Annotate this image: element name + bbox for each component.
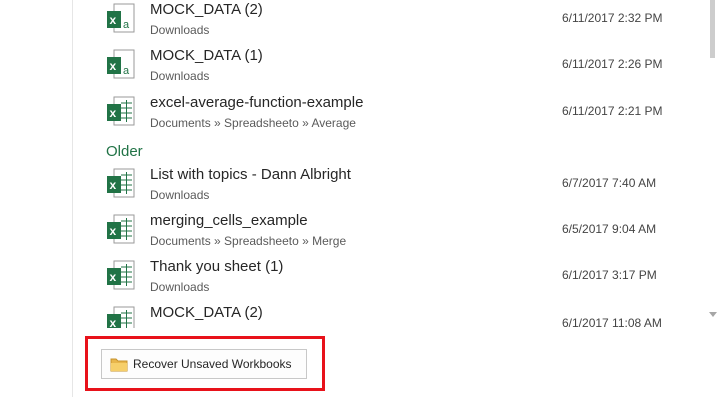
recover-unsaved-workbooks-button[interactable]: Recover Unsaved Workbooks <box>101 349 307 379</box>
file-date: 6/1/2017 11:08 AM <box>562 316 662 328</box>
excel-csv-icon: a x <box>107 3 135 33</box>
svg-text:x: x <box>110 270 117 284</box>
recent-file-item[interactable]: x MOCK_DATA (2) 6/1/2017 11:08 AM <box>100 304 690 328</box>
file-name: List with topics - Dann Albright <box>150 166 351 183</box>
svg-text:x: x <box>110 59 117 73</box>
recent-file-item[interactable]: x excel-average-function-example Documen… <box>100 94 690 138</box>
svg-text:a: a <box>123 19 130 31</box>
recent-file-item[interactable]: a x MOCK_DATA (2) Downloads 6/11/2017 2:… <box>100 1 690 45</box>
file-name: merging_cells_example <box>150 212 308 229</box>
file-path: Downloads <box>150 188 210 202</box>
file-path: Downloads <box>150 23 210 37</box>
excel-workbook-icon: x <box>107 306 135 328</box>
group-header-older: Older <box>106 143 143 160</box>
excel-csv-icon: a x <box>107 49 135 79</box>
scrollbar-thumb[interactable] <box>710 0 715 58</box>
svg-text:a: a <box>123 65 130 77</box>
panel-divider <box>72 0 73 397</box>
file-path: Documents » Spreadsheeto » Average <box>150 116 356 130</box>
excel-workbook-icon: x <box>107 260 135 290</box>
scroll-down-arrow-icon[interactable] <box>709 312 717 317</box>
file-path: Downloads <box>150 280 210 294</box>
file-name: MOCK_DATA (2) <box>150 1 263 18</box>
excel-workbook-icon: x <box>107 214 135 244</box>
file-path: Documents » Spreadsheeto » Merge <box>150 234 347 248</box>
file-date: 6/7/2017 7:40 AM <box>562 176 657 190</box>
folder-icon <box>110 358 128 372</box>
recent-file-item[interactable]: x merging_cells_example Documents » Spre… <box>100 212 690 256</box>
svg-text:x: x <box>110 13 117 27</box>
file-name: MOCK_DATA (2) <box>150 304 263 321</box>
excel-workbook-icon: x <box>107 96 135 126</box>
vertical-scrollbar[interactable] <box>707 0 718 330</box>
svg-text:x: x <box>110 106 117 120</box>
svg-text:x: x <box>110 224 117 238</box>
file-name: excel-average-function-example <box>150 94 364 111</box>
recent-file-item[interactable]: x List with topics - Dann Albright Downl… <box>100 166 690 210</box>
file-name: Thank you sheet (1) <box>150 258 284 275</box>
svg-text:x: x <box>110 316 117 328</box>
file-date: 6/11/2017 2:26 PM <box>562 57 663 71</box>
recover-button-label: Recover Unsaved Workbooks <box>133 357 292 371</box>
file-name: MOCK_DATA (1) <box>150 47 263 64</box>
file-date: 6/5/2017 9:04 AM <box>562 222 657 236</box>
file-date: 6/1/2017 3:17 PM <box>562 268 657 282</box>
excel-recent-files-panel: a x MOCK_DATA (2) Downloads 6/11/2017 2:… <box>0 0 718 397</box>
file-date: 6/11/2017 2:21 PM <box>562 104 663 118</box>
recent-file-item[interactable]: a x MOCK_DATA (1) Downloads 6/11/2017 2:… <box>100 47 690 91</box>
file-date: 6/11/2017 2:32 PM <box>562 11 663 25</box>
svg-text:x: x <box>110 178 117 192</box>
file-path: Downloads <box>150 69 210 83</box>
excel-workbook-icon: x <box>107 168 135 198</box>
recent-file-item[interactable]: x Thank you sheet (1) Downloads 6/1/2017… <box>100 258 690 302</box>
